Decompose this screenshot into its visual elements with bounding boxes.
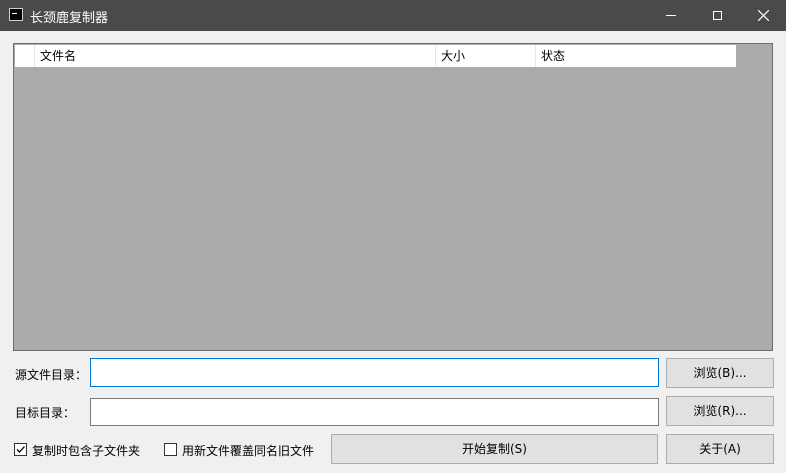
app-window: 长颈鹿复制器 文件名 大小 状态 源文件目录： 浏览(B)... 目标目录： 浏… <box>0 0 786 473</box>
checkmark-icon <box>16 446 25 453</box>
source-dir-input[interactable] <box>90 358 659 387</box>
list-header: 文件名 大小 状态 <box>15 45 736 67</box>
include-subfolders-label[interactable]: 复制时包含子文件夹 <box>32 442 140 459</box>
title-bar[interactable]: 长颈鹿复制器 <box>0 0 786 31</box>
close-button[interactable] <box>740 0 786 31</box>
minimize-button[interactable] <box>648 0 694 31</box>
overwrite-older-label[interactable]: 用新文件覆盖同名旧文件 <box>182 442 314 459</box>
about-button[interactable]: 关于(A) <box>666 434 774 464</box>
column-header-status[interactable]: 状态 <box>536 45 736 67</box>
maximize-button[interactable] <box>694 0 740 31</box>
target-dir-input[interactable] <box>90 398 659 426</box>
browse-target-button[interactable]: 浏览(R)... <box>666 396 774 426</box>
start-copy-button[interactable]: 开始复制(S) <box>331 434 658 464</box>
maximize-icon <box>712 11 722 20</box>
column-header-size[interactable]: 大小 <box>436 45 536 67</box>
close-icon <box>757 10 769 21</box>
overwrite-older-checkbox[interactable] <box>164 443 177 456</box>
target-dir-label: 目标目录： <box>15 406 76 420</box>
window-title: 长颈鹿复制器 <box>30 11 109 26</box>
column-header-blank[interactable] <box>15 45 35 67</box>
include-subfolders-checkbox[interactable] <box>14 443 27 456</box>
console-app-icon <box>9 8 23 21</box>
file-list[interactable]: 文件名 大小 状态 <box>13 43 773 351</box>
column-header-filename[interactable]: 文件名 <box>35 45 436 67</box>
minimize-icon <box>666 15 676 16</box>
source-dir-label: 源文件目录： <box>15 368 88 382</box>
browse-source-button[interactable]: 浏览(B)... <box>666 358 774 388</box>
